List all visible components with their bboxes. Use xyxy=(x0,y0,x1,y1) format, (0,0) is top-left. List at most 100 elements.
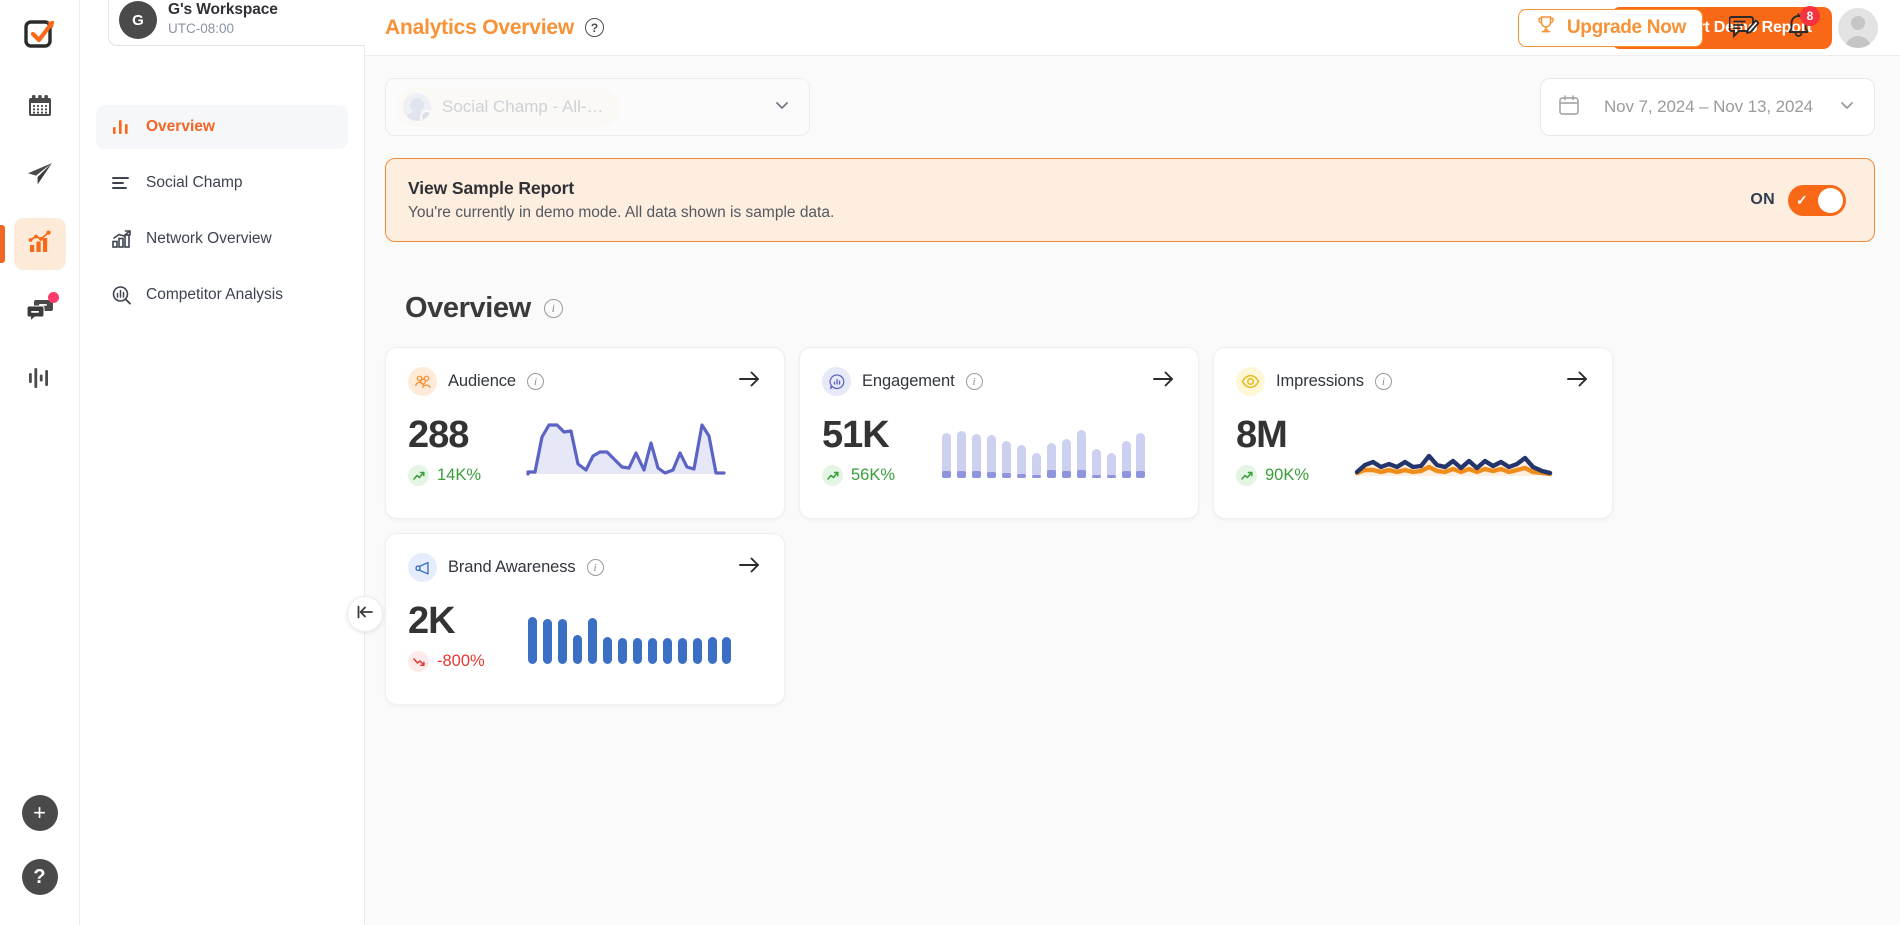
date-range-select[interactable]: Nov 7, 2024 – Nov 13, 2024 xyxy=(1540,78,1875,136)
user-avatar[interactable] xyxy=(1838,8,1878,48)
app-logo[interactable] xyxy=(23,8,57,60)
metric-card-audience[interactable]: Audience i 288 xyxy=(385,347,785,519)
metric-card-engagement[interactable]: Engagement i 51K xyxy=(799,347,1199,519)
analytics-icon xyxy=(27,229,53,260)
sidebar-nav: Overview Social Champ xyxy=(80,55,364,317)
trend-up-icon xyxy=(408,465,429,486)
rail-bottom-actions: + ? xyxy=(22,795,58,925)
account-pill: Social Champ - All-… xyxy=(396,87,620,127)
main-panel: Analytics Overview ? Export Demo Report xyxy=(365,0,1900,925)
rail-item-analytics[interactable] xyxy=(14,218,66,270)
feedback-compose-icon[interactable] xyxy=(1729,14,1759,42)
bar-chart-icon xyxy=(110,116,132,138)
rail-item-monitoring[interactable] xyxy=(14,354,66,406)
sample-report-banner: View Sample Report You're currently in d… xyxy=(385,158,1875,242)
inbox-unread-dot xyxy=(48,292,59,303)
chevron-down-icon xyxy=(1836,94,1858,121)
card-label: Impressions xyxy=(1276,372,1364,391)
info-icon[interactable]: i xyxy=(527,373,544,390)
calendar-icon xyxy=(27,93,53,124)
impressions-eye-icon xyxy=(1236,367,1265,396)
card-delta: 14K% xyxy=(437,466,481,485)
info-icon[interactable]: i xyxy=(1375,373,1392,390)
top-bar: Upgrade Now 8 xyxy=(1518,0,1900,55)
send-plane-icon xyxy=(26,160,54,193)
rail-item-inbox[interactable] xyxy=(14,286,66,338)
info-icon[interactable]: i xyxy=(544,299,563,318)
workspace-avatar: G xyxy=(119,1,157,39)
card-delta: 56K% xyxy=(851,466,895,485)
rail-item-calendar[interactable] xyxy=(14,82,66,134)
toggle-knob xyxy=(1818,188,1843,213)
card-label: Audience xyxy=(448,372,516,391)
sparkline-audience xyxy=(526,408,762,486)
banner-subtitle: You're currently in demo mode. All data … xyxy=(408,204,834,222)
upgrade-button-label: Upgrade Now xyxy=(1567,17,1686,39)
collapse-left-icon xyxy=(355,602,375,627)
account-select[interactable]: Social Champ - All-… xyxy=(385,78,810,136)
card-delta: -800% xyxy=(437,652,485,671)
analytics-sidebar: G G's Workspace UTC-08:00 xyxy=(80,0,365,925)
sidebar-item-label: Network Overview xyxy=(146,230,272,248)
overview-title: Overview xyxy=(405,292,531,325)
growth-chart-icon xyxy=(110,228,132,250)
rail-item-publish[interactable] xyxy=(14,150,66,202)
sidebar-item-social-champ[interactable]: Social Champ xyxy=(96,161,348,205)
overview-section-header: Overview i xyxy=(365,242,1900,325)
trend-up-icon xyxy=(1236,465,1257,486)
check-icon: ✓ xyxy=(1796,192,1808,209)
workspace-timezone: UTC-08:00 xyxy=(168,20,350,38)
workspace-switcher[interactable]: G G's Workspace UTC-08:00 xyxy=(108,0,396,46)
icon-rail: + ? xyxy=(0,0,80,925)
card-value: 51K xyxy=(822,416,940,456)
engagement-chat-icon xyxy=(822,367,851,396)
notifications-bell-icon[interactable]: 8 xyxy=(1785,13,1812,42)
list-lines-icon xyxy=(110,172,132,194)
card-value: 288 xyxy=(408,416,526,456)
card-arrow-icon[interactable] xyxy=(737,368,762,395)
metric-card-brand-awareness[interactable]: Brand Awareness i 2K xyxy=(385,533,785,705)
toggle-state-label: ON xyxy=(1750,191,1775,209)
card-label: Engagement xyxy=(862,372,955,391)
filter-row: Social Champ - All-… Nov 7, 2024 – Nov 1… xyxy=(365,56,1900,136)
sparkline-impressions xyxy=(1354,408,1590,486)
demo-mode-toggle[interactable]: ✓ xyxy=(1788,185,1846,216)
banner-title: View Sample Report xyxy=(408,178,834,199)
page-title: Analytics Overview xyxy=(385,16,574,40)
metric-cards: Audience i 288 xyxy=(365,325,1900,705)
sidebar-item-label: Competitor Analysis xyxy=(146,286,283,304)
date-range-value: Nov 7, 2024 – Nov 13, 2024 xyxy=(1595,97,1822,117)
workspace-name: G's Workspace xyxy=(168,1,350,19)
trophy-icon xyxy=(1535,14,1557,42)
chevron-down-icon xyxy=(771,94,793,121)
sidebar-item-network-overview[interactable]: Network Overview xyxy=(96,217,348,261)
sparkline-engagement xyxy=(940,408,1176,486)
card-arrow-icon[interactable] xyxy=(1151,368,1176,395)
card-value: 2K xyxy=(408,602,526,642)
upgrade-now-button[interactable]: Upgrade Now xyxy=(1518,9,1703,47)
notification-count-badge: 8 xyxy=(1800,6,1820,26)
brand-megaphone-icon xyxy=(408,553,437,582)
info-icon[interactable]: i xyxy=(966,373,983,390)
chart-search-icon xyxy=(110,284,132,306)
card-arrow-icon[interactable] xyxy=(737,554,762,581)
card-arrow-icon[interactable] xyxy=(1565,368,1590,395)
info-icon[interactable]: i xyxy=(587,559,604,576)
add-button[interactable]: + xyxy=(22,795,58,831)
sidebar-item-overview[interactable]: Overview xyxy=(96,105,348,149)
audience-group-icon xyxy=(408,367,437,396)
account-avatar xyxy=(403,93,431,121)
sidebar-item-competitor-analysis[interactable]: Competitor Analysis xyxy=(96,273,348,317)
trend-up-icon xyxy=(822,465,843,486)
account-name: Social Champ - All-… xyxy=(442,97,604,117)
help-icon[interactable]: ? xyxy=(585,18,604,37)
analytics-page: + ? G G's Workspace UTC-08:00 xyxy=(0,0,1900,925)
help-button[interactable]: ? xyxy=(22,859,58,895)
calendar-icon xyxy=(1557,93,1581,122)
trend-down-icon xyxy=(408,651,429,672)
workspace-switcher-wrap: G G's Workspace UTC-08:00 xyxy=(80,0,364,55)
sidebar-item-label: Overview xyxy=(146,118,215,136)
card-label: Brand Awareness xyxy=(448,558,576,577)
collapse-sidebar-button[interactable] xyxy=(347,596,383,632)
metric-card-impressions[interactable]: Impressions i 8M xyxy=(1213,347,1613,519)
